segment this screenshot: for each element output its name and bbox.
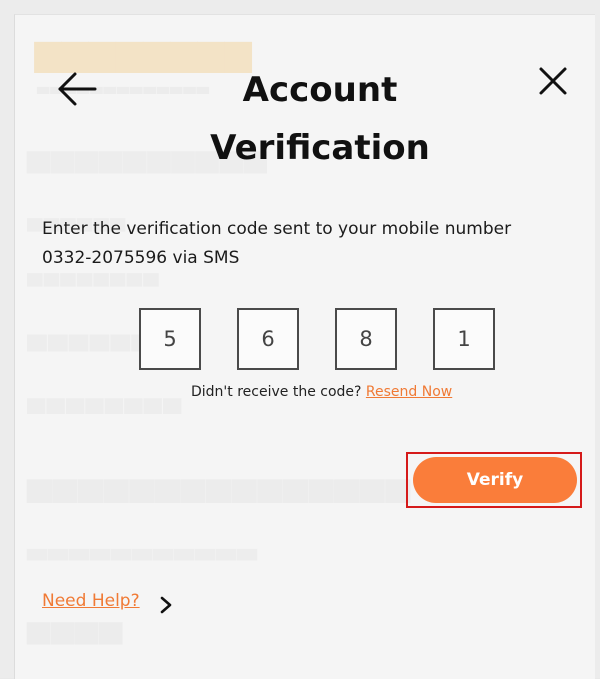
code-digit-input-2[interactable]: 6: [237, 308, 299, 370]
arrow-left-icon: [58, 72, 97, 106]
background-link-ghost: ▃▃▃▃▃▃▃▃▃▃▃: [27, 530, 258, 560]
screen: ▆▆▆▆▆▆▆▆ ▃▃▃▃▃▃▃▃▃▃▃▃▃ ▅▅▅▅▅▅▅▅▅▅ ▄▄▄▄▄▄…: [0, 0, 600, 679]
background-link-ghost: ▄▄▄▄▄▄▄▄: [27, 382, 183, 412]
resend-now-link[interactable]: Resend Now: [366, 384, 452, 400]
back-button[interactable]: [55, 67, 99, 111]
verification-instructions: Enter the verification code sent to your…: [42, 219, 512, 268]
verification-modal: ▆▆▆▆▆▆▆▆ ▃▃▃▃▃▃▃▃▃▃▃▃▃ ▅▅▅▅▅▅▅▅▅▅ ▄▄▄▄▄▄…: [14, 14, 595, 679]
background-heading-ghost: ▅▅▅▅▅▅▅▅▅▅▅▅▅▅▅: [27, 466, 412, 502]
code-digit-input-3[interactable]: 8: [335, 308, 397, 370]
resend-prompt: Didn't receive the code?: [191, 384, 362, 400]
resend-row: Didn't receive the code? Resend Now: [191, 384, 452, 400]
background-heading-ghost: ▅▅▅▅: [27, 611, 124, 644]
close-button[interactable]: [533, 61, 573, 101]
close-icon: [539, 67, 567, 95]
verify-button[interactable]: Verify: [413, 457, 577, 503]
code-digit-input-4[interactable]: 1: [433, 308, 495, 370]
need-help-link[interactable]: Need Help?: [42, 591, 140, 611]
chevron-right-icon[interactable]: [159, 595, 173, 615]
code-digit-input-1[interactable]: 5: [139, 308, 201, 370]
modal-title: Account Verification: [210, 70, 430, 168]
